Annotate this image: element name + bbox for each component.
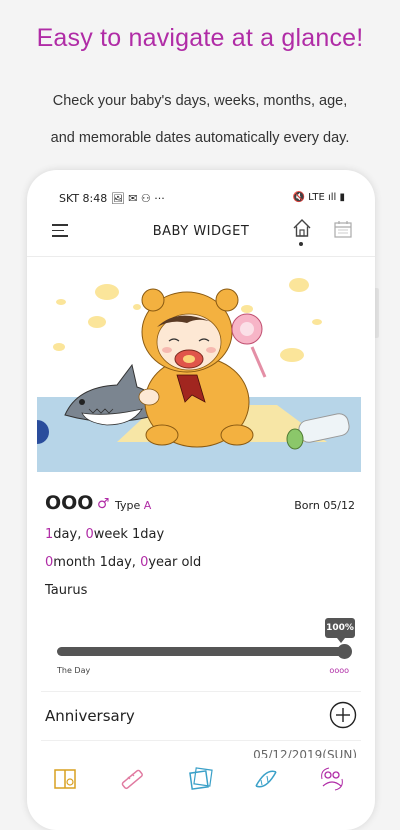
- blood-type: Type A: [115, 499, 151, 512]
- family-icon[interactable]: [319, 766, 345, 792]
- months-years-line: 0month 1day, 0year old: [45, 555, 201, 570]
- dna-icon[interactable]: [253, 766, 279, 792]
- diary-icon[interactable]: [52, 766, 78, 792]
- progress-knob[interactable]: [337, 644, 352, 659]
- status-right: 🔇 LTE ıll ▮: [292, 192, 345, 203]
- day-progress: 100% The Day oooo: [57, 618, 355, 678]
- active-tab-dot: [299, 242, 303, 246]
- status-left: SKT 8:48 🖼 ✉ ⚇ ···: [59, 192, 165, 205]
- weeks-text: week 1day: [93, 527, 165, 542]
- progress-track: [57, 644, 352, 659]
- progress-fill: [57, 644, 352, 659]
- promo-subtitle-line1: Check your baby's days, weeks, months, a…: [52, 93, 348, 109]
- baby-cartoon-image: [37, 267, 361, 472]
- blood-type-value: A: [143, 499, 152, 512]
- progress-end-label: oooo: [329, 666, 349, 675]
- appbar-divider: [27, 256, 375, 257]
- promo-title: Easy to navigate at a glance!: [36, 24, 364, 52]
- baby-illustration: [37, 267, 361, 472]
- app-title: BABY WIDGET: [152, 224, 250, 239]
- gender-male-icon: ♂: [97, 496, 110, 512]
- born-date: Born 05/12: [294, 499, 355, 512]
- divider: [41, 691, 361, 692]
- progress-start-label: The Day: [57, 666, 91, 675]
- calendar-icon[interactable]: [334, 220, 352, 238]
- bottom-nav: [27, 758, 375, 800]
- days-weeks-line: 1day, 0week 1day: [45, 527, 164, 542]
- baby-name: OOO: [45, 492, 94, 514]
- progress-badge: 100%: [325, 618, 355, 643]
- zodiac-sign: Taurus: [45, 583, 88, 598]
- divider: [41, 740, 361, 741]
- vaccination-icon[interactable]: [187, 766, 213, 792]
- phone-frame: SKT 8:48 🖼 ✉ ⚇ ··· 🔇 LTE ıll ▮ BABY WIDG…: [27, 170, 375, 830]
- promo-subtitle-line2: and memorable dates automatically every …: [50, 130, 350, 146]
- status-bar: SKT 8:48 🖼 ✉ ⚇ ··· 🔇 LTE ıll ▮: [27, 190, 375, 208]
- months-text: month 1day,: [53, 555, 141, 570]
- growth-ruler-icon[interactable]: [119, 766, 145, 792]
- app-bar: BABY WIDGET: [27, 214, 375, 250]
- home-icon[interactable]: [292, 218, 312, 238]
- weeks-count: 0: [85, 527, 94, 542]
- anniversary-title: Anniversary: [45, 707, 135, 725]
- plus-circle-icon[interactable]: [329, 701, 357, 729]
- blood-type-label: Type: [115, 499, 141, 512]
- days-text: day,: [53, 527, 86, 542]
- years-text: year old: [148, 555, 202, 570]
